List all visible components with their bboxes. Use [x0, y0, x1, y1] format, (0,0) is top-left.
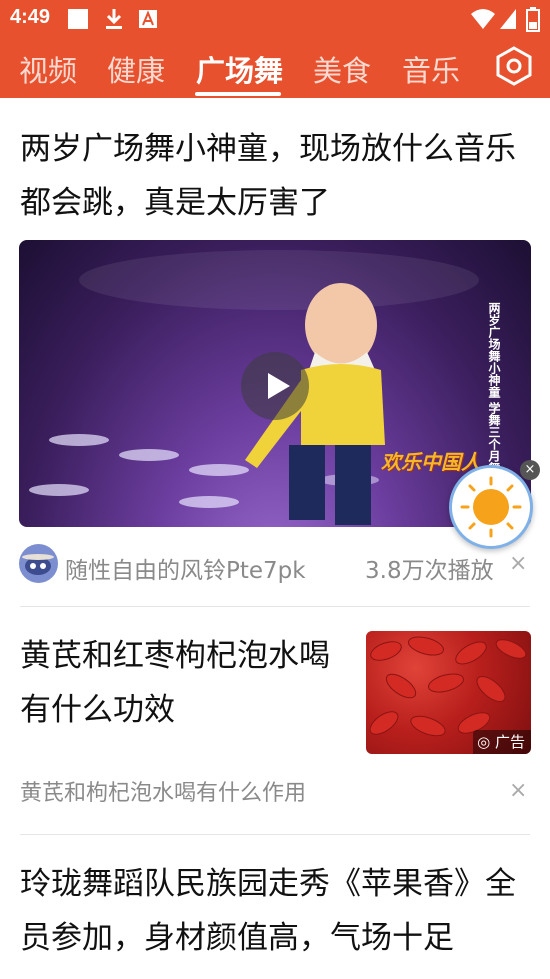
text-item-title[interactable]: 玲珑舞蹈队民族园走秀《苹果香》全员参加，身材颜值高，气场十足: [20, 857, 535, 965]
active-tab-indicator: [195, 92, 281, 96]
divider: [20, 606, 530, 607]
avatar-image: [22, 554, 54, 575]
ad-info-icon: ◎: [477, 733, 495, 751]
play-icon[interactable]: [241, 352, 309, 420]
ad-thumbnail[interactable]: ◎ 广告: [366, 631, 531, 754]
avatar[interactable]: [19, 544, 58, 583]
signal-icon: [500, 9, 516, 29]
floating-weather-widget[interactable]: [449, 465, 533, 549]
ad-item-title[interactable]: 黄芪和红枣枸杞泡水喝有什么功效: [20, 629, 350, 737]
author-name[interactable]: 随性自由的风铃Pte7pk: [65, 551, 306, 585]
video-item-title[interactable]: 两岁广场舞小神童，现场放什么音乐都会跳，真是太厉害了: [20, 122, 532, 230]
tab-video[interactable]: 视频: [19, 48, 77, 90]
wifi-icon: [471, 9, 495, 29]
ad-subtitle[interactable]: 黄芪和枸杞泡水喝有什么作用: [20, 775, 306, 807]
dismiss-close-icon[interactable]: ×: [509, 780, 527, 802]
tab-food[interactable]: 美食: [313, 48, 371, 90]
play-count: 3.8万次播放: [365, 558, 494, 584]
notification-a-icon: [139, 10, 157, 28]
download-icon: [106, 9, 122, 29]
status-bar: 4:49: [0, 0, 550, 38]
divider: [20, 834, 530, 835]
settings-hexagon-icon[interactable]: [494, 46, 534, 86]
battery-icon: [526, 7, 540, 32]
tab-square-dance[interactable]: 广场舞: [196, 48, 283, 90]
dismiss-close-icon[interactable]: ×: [509, 553, 527, 575]
ad-badge: ◎ 广告: [473, 730, 531, 754]
ad-badge-label: 广告: [494, 733, 525, 751]
status-time: 4:49: [10, 6, 51, 28]
sun-icon: [460, 476, 522, 538]
tab-health[interactable]: 健康: [107, 48, 165, 90]
category-tab-bar: 视频 健康 广场舞 美食 音乐: [0, 38, 550, 98]
tab-music[interactable]: 音乐: [402, 48, 460, 90]
close-icon[interactable]: ×: [520, 460, 540, 480]
video-meta-row: 随性自由的风铃Pte7pk 3.8万次播放 ×: [19, 543, 531, 585]
app-square-icon: [68, 9, 88, 29]
